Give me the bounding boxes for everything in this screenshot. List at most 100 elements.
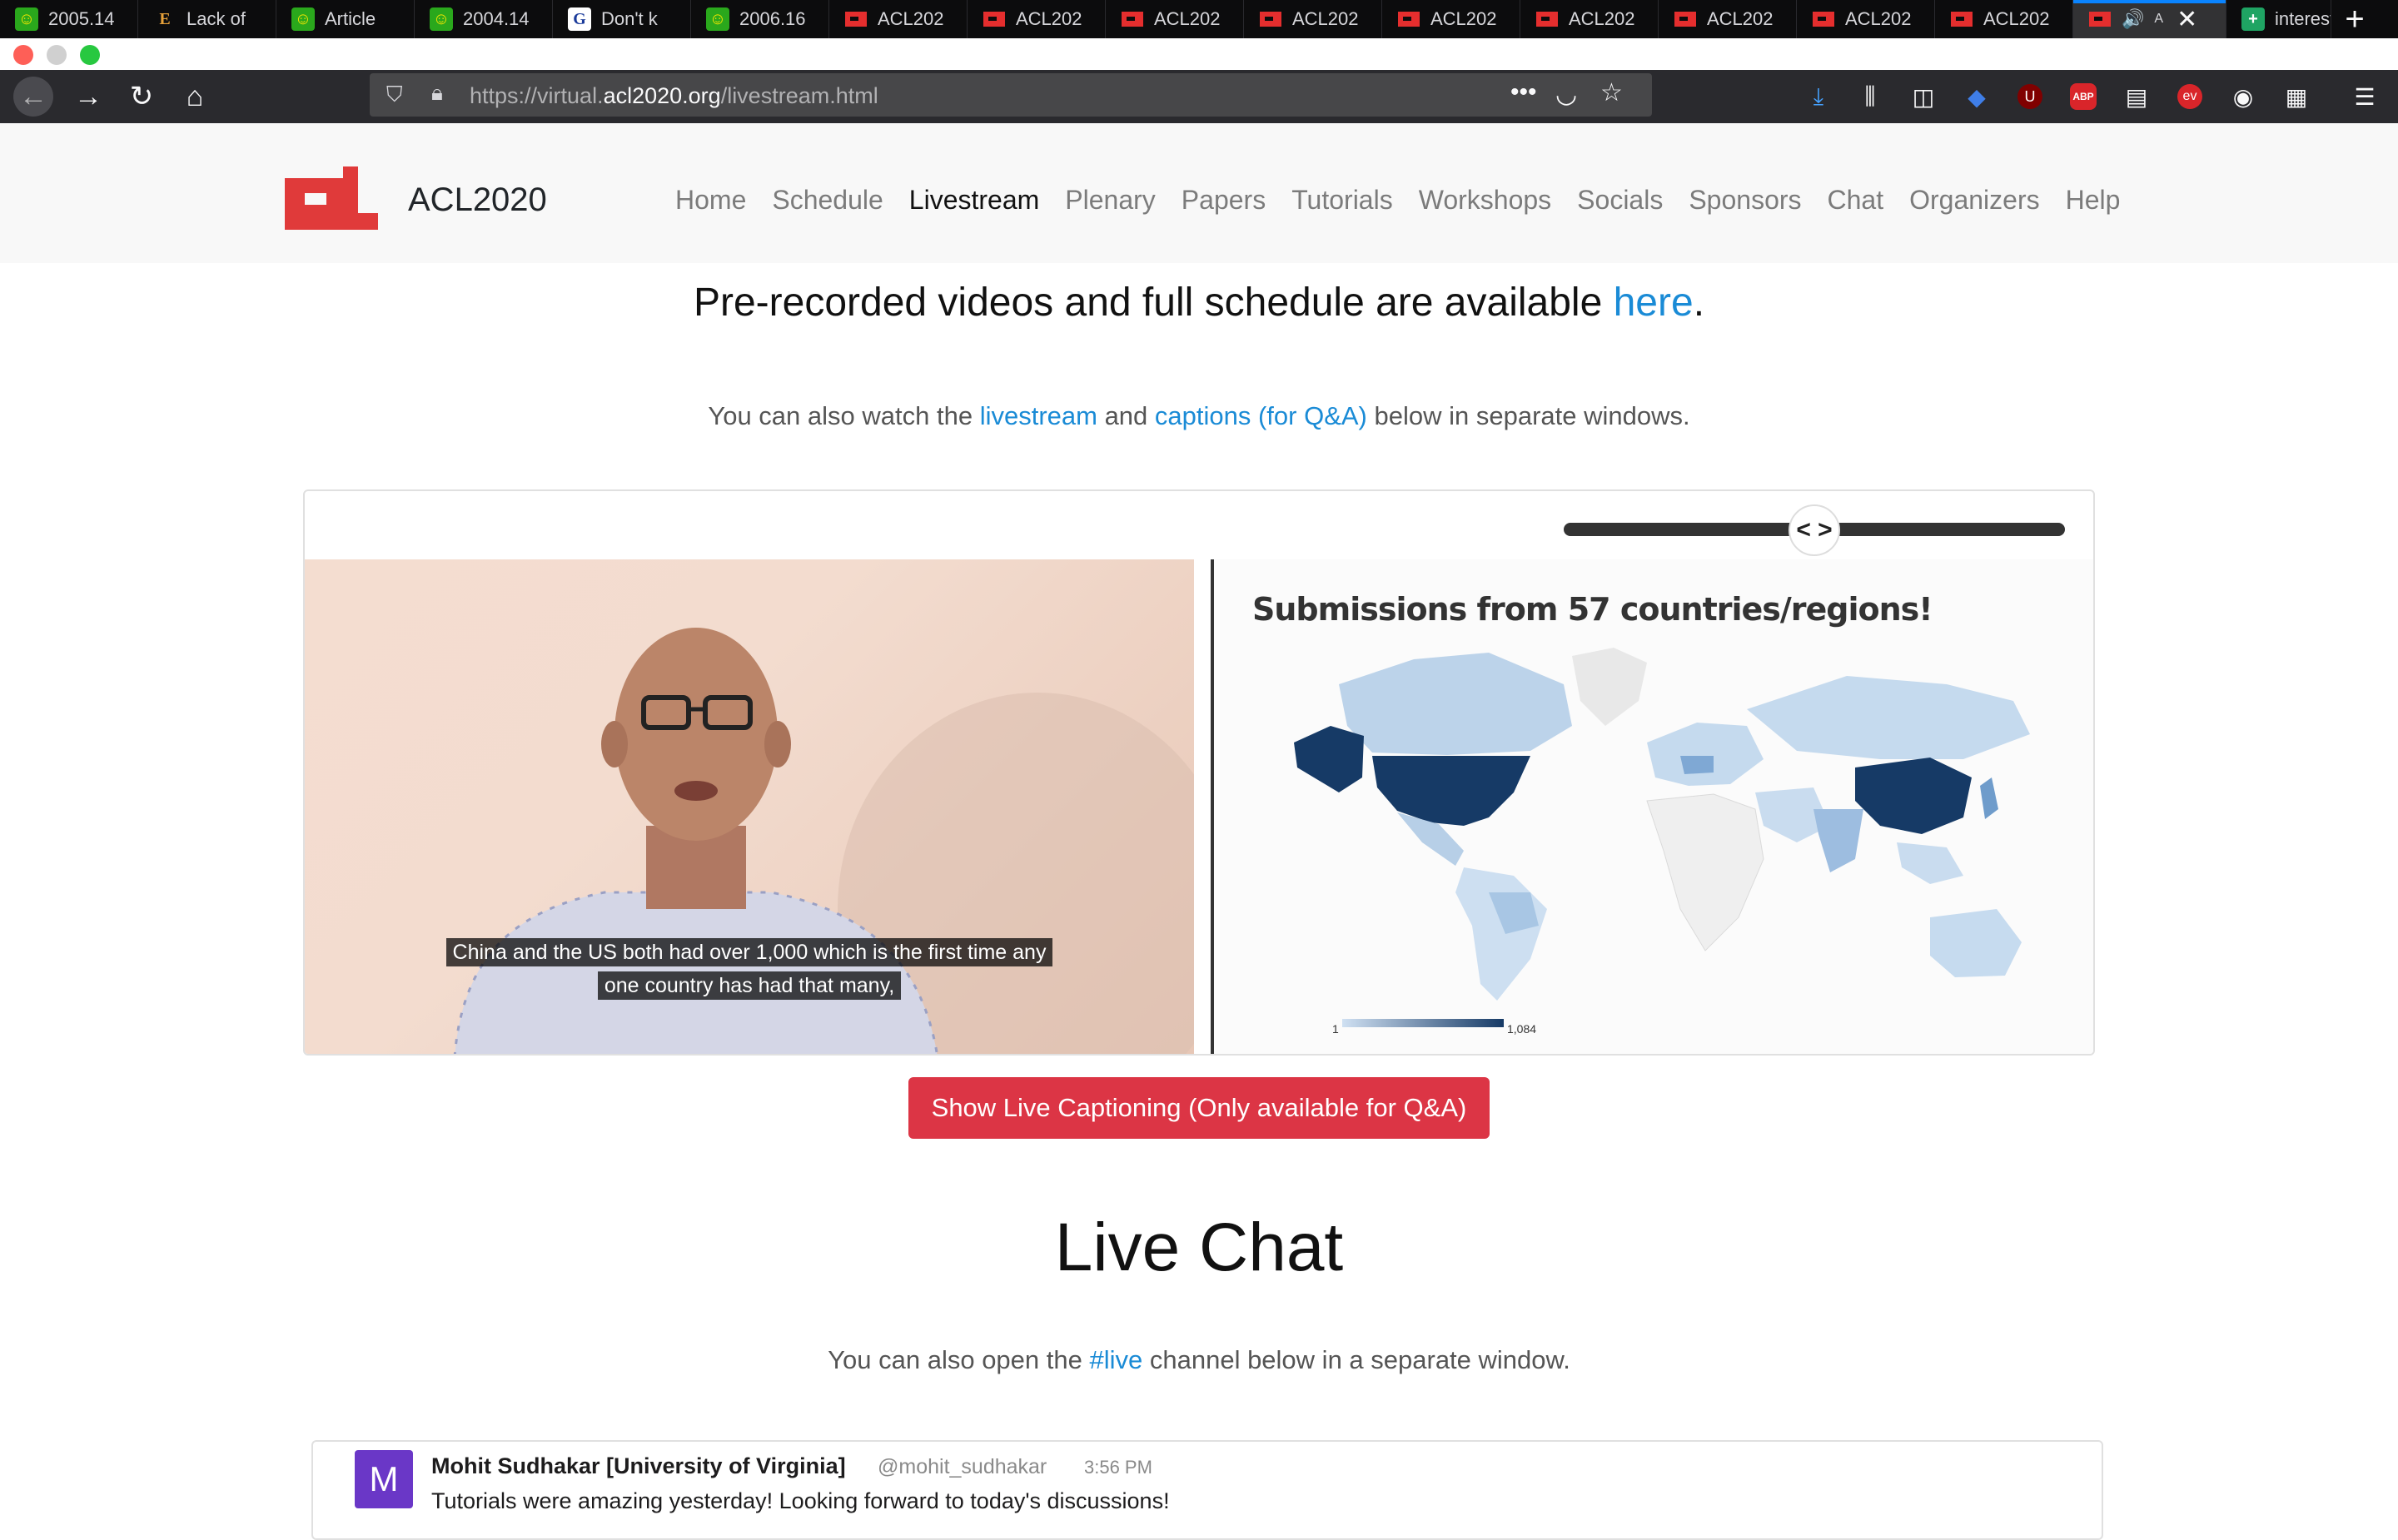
nav-item-schedule[interactable]: Schedule — [772, 185, 883, 216]
nav-item-papers[interactable]: Papers — [1182, 185, 1266, 216]
hamburger-menu-icon[interactable]: ☰ — [2346, 78, 2383, 115]
nav-item-chat[interactable]: Chat — [1828, 185, 1884, 216]
minimize-window-button[interactable] — [47, 45, 67, 65]
split-arrows-icon: < > — [1796, 516, 1833, 544]
pocket-icon[interactable]: ◡ — [1555, 80, 1577, 109]
document-icon[interactable]: ▤ — [2118, 78, 2155, 115]
chat-embed[interactable]: M Mohit Sudhakar [University of Virginia… — [311, 1440, 2103, 1540]
back-button[interactable]: ← — [13, 77, 53, 117]
nav-item-help[interactable]: Help — [2066, 185, 2121, 216]
browser-toolbar: ← → ↻ ⌂ ⛉ 🔒︎ https://virtual.acl2020.org… — [0, 70, 2398, 123]
caption-line-1: China and the US both had over 1,000 whi… — [445, 938, 1053, 966]
split-slider-handle[interactable]: < > — [1789, 504, 1840, 556]
zoom-window-button[interactable] — [80, 45, 100, 65]
subline-text: and — [1097, 401, 1155, 430]
nav-item-organizers[interactable]: Organizers — [1909, 185, 2040, 216]
shield-icon[interactable]: ⛉ — [386, 82, 403, 108]
acl-icon — [1674, 7, 1697, 31]
url-text[interactable]: https://virtual.acl2020.org/livestream.h… — [470, 83, 878, 109]
download-icon[interactable]: ⤓ — [1800, 78, 1837, 115]
message-handle[interactable]: @mohit_sudhakar — [878, 1455, 1047, 1479]
legend-min-label: 1 — [1332, 1022, 1339, 1036]
browser-tab[interactable]: ☺ Article — [276, 0, 415, 38]
browser-tab[interactable]: ACL202 — [1659, 0, 1797, 38]
nav-item-livestream[interactable]: Livestream — [909, 185, 1040, 216]
presentation-slide: Submissions from 57 countries/regions! 1… — [1214, 559, 2093, 1054]
account-icon[interactable]: ◉ — [2225, 78, 2261, 115]
library-icon[interactable]: ⫼ — [1852, 78, 1888, 115]
nav-item-tutorials[interactable]: Tutorials — [1291, 185, 1393, 216]
browser-tab[interactable]: ☺ 2005.14 — [0, 0, 138, 38]
g-letter-icon: G — [568, 7, 591, 31]
tab-title: ACL202 — [1154, 8, 1221, 29]
ublock-icon[interactable]: U — [2012, 78, 2048, 115]
browser-tab[interactable]: ACL202 — [829, 0, 968, 38]
chat-subtitle: You can also open the #live channel belo… — [0, 1345, 2398, 1375]
message-author[interactable]: Mohit Sudhakar [University of Virginia] — [431, 1453, 846, 1479]
acl-icon — [1535, 7, 1559, 31]
grid-apps-icon[interactable]: ▦ — [2278, 78, 2315, 115]
tab-active[interactable]: 🔊 A ✕ — [2073, 0, 2226, 38]
more-actions-icon[interactable]: ••• — [1510, 78, 1537, 107]
tab-title: A — [2154, 12, 2164, 26]
tab-title: ACL202 — [1430, 8, 1497, 29]
browser-tab[interactable]: ACL202 — [1797, 0, 1935, 38]
browser-tab[interactable]: ACL202 — [1382, 0, 1520, 38]
sidebar-icon[interactable]: ◫ — [1905, 78, 1942, 115]
speaker-icon[interactable]: 🔊 — [2122, 8, 2144, 30]
nav-item-sponsors[interactable]: Sponsors — [1689, 185, 1801, 216]
tab-title: ACL202 — [1569, 8, 1635, 29]
new-tab-button[interactable]: + — [2331, 0, 2378, 38]
browser-tab[interactable]: E Lack of — [138, 0, 276, 38]
lock-icon[interactable]: 🔒︎ — [431, 80, 443, 107]
browser-tab[interactable]: G Don't k — [553, 0, 691, 38]
headline-text: Pre-recorded videos and full schedule ar… — [693, 281, 1614, 325]
browser-tab[interactable]: ACL202 — [1935, 0, 2073, 38]
tab-list: ☺ 2005.14 E Lack of ☺ Article ☺ 2004.14 G Don't k… — [0, 0, 2073, 38]
reload-button[interactable]: ↻ — [122, 77, 162, 117]
avatar[interactable]: M — [355, 1450, 413, 1508]
adblock-icon[interactable]: ABP — [2065, 78, 2102, 115]
captions-link[interactable]: captions (for Q&A) — [1155, 401, 1367, 430]
browser-tab[interactable]: ☺ 2004.14 — [415, 0, 553, 38]
acl-icon — [844, 7, 868, 31]
browser-tab[interactable]: ACL202 — [1106, 0, 1244, 38]
nav-item-socials[interactable]: Socials — [1577, 185, 1663, 216]
nav-item-plenary[interactable]: Plenary — [1065, 185, 1156, 216]
browser-tab[interactable]: ACL202 — [1244, 0, 1382, 38]
tab-title: ACL202 — [1292, 8, 1359, 29]
livestream-link[interactable]: livestream — [980, 401, 1097, 430]
tab-title: ACL202 — [1016, 8, 1082, 29]
acl-icon — [1812, 7, 1835, 31]
tab-title: Don't k — [601, 8, 658, 29]
spreadsheet-icon: + — [2241, 7, 2265, 31]
livestream-player[interactable]: < > China and the US both had over 1,000… — [303, 489, 2095, 1056]
acl-icon — [2088, 7, 2112, 31]
tab-title: ACL202 — [878, 8, 944, 29]
tab-title: ACL202 — [1707, 8, 1774, 29]
nav-item-workshops[interactable]: Workshops — [1419, 185, 1551, 216]
acl-logo[interactable] — [285, 166, 378, 230]
tab-title: ACL202 — [1845, 8, 1912, 29]
tab-title: 2004.14 — [463, 8, 530, 29]
acl-icon — [1397, 7, 1420, 31]
live-channel-link[interactable]: #live — [1089, 1345, 1142, 1374]
nav-item-home[interactable]: Home — [675, 185, 746, 216]
speaker-video[interactable]: China and the US both had over 1,000 whi… — [305, 559, 1194, 1054]
smiley-icon: ☺ — [706, 7, 729, 31]
show-live-captioning-button[interactable]: Show Live Captioning (Only available for… — [908, 1077, 1490, 1139]
browser-tab[interactable]: ☺ 2006.16 — [691, 0, 829, 38]
tab-interest[interactable]: + interest — [2226, 0, 2331, 38]
bookmark-star-icon[interactable]: ☆ — [1600, 78, 1623, 107]
url-bar[interactable]: ⛉ 🔒︎ https://virtual.acl2020.org/livestr… — [370, 73, 1652, 117]
browser-tab[interactable]: ACL202 — [968, 0, 1106, 38]
close-tab-icon[interactable]: ✕ — [2177, 5, 2197, 34]
home-button[interactable]: ⌂ — [175, 77, 215, 117]
express-vpn-icon[interactable]: ev — [2172, 78, 2208, 115]
extension-graduation-icon[interactable]: ◆ — [1958, 78, 1995, 115]
close-window-button[interactable] — [13, 45, 33, 65]
browser-tab[interactable]: ACL202 — [1520, 0, 1659, 38]
forward-button[interactable]: → — [68, 77, 108, 117]
site-brand[interactable]: ACL2020 — [408, 181, 547, 219]
here-link[interactable]: here — [1614, 281, 1694, 325]
